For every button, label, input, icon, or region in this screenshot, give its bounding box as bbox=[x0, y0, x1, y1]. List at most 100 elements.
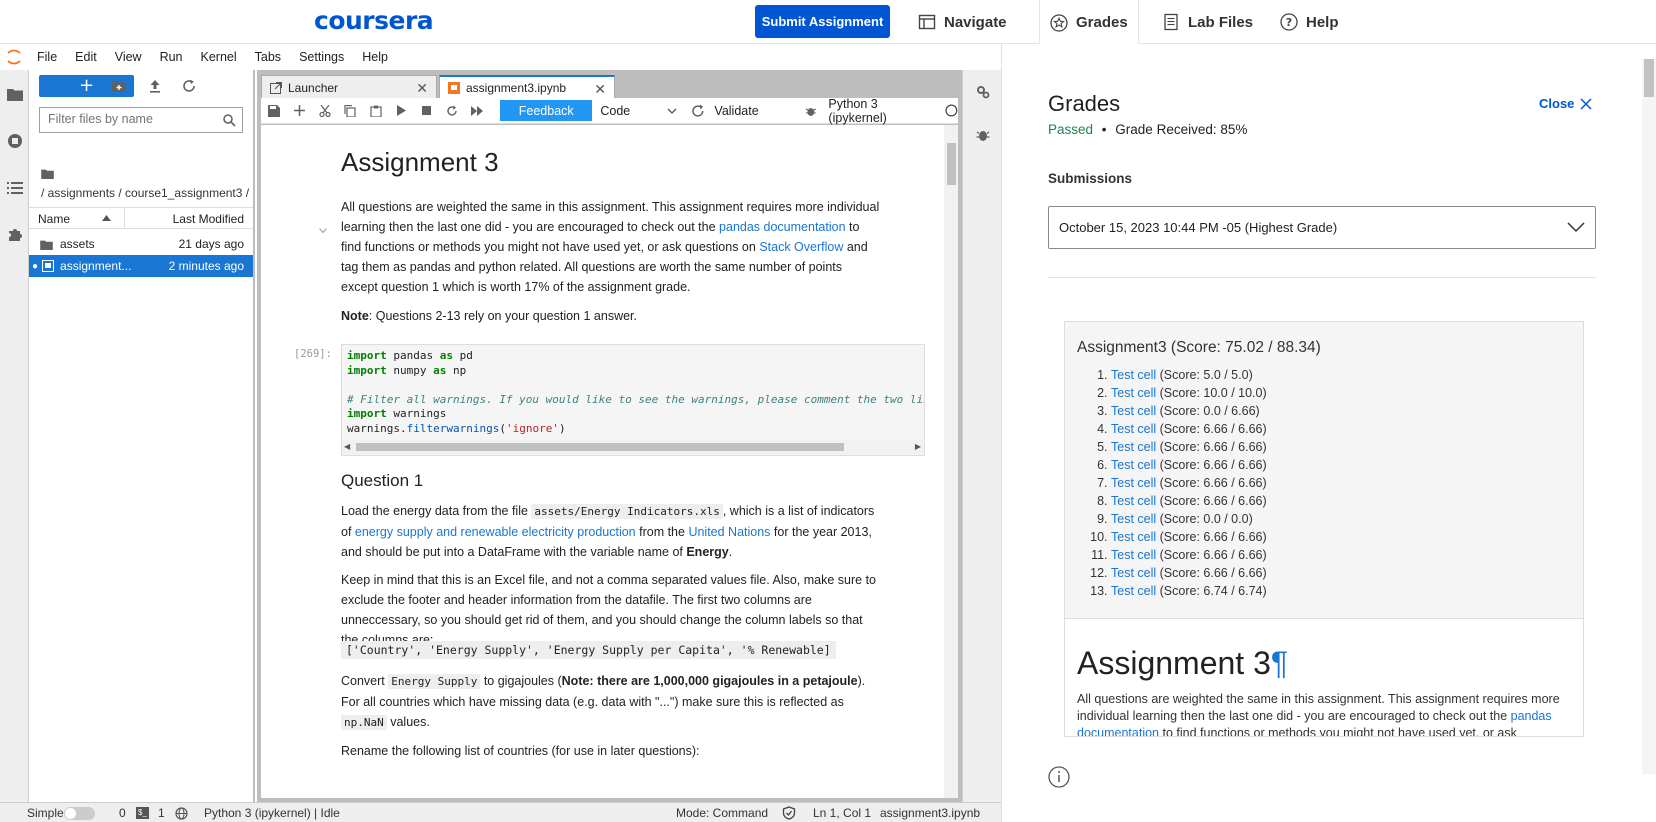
score-item: Test cell (Score: 6.66 / 6.66) bbox=[1111, 420, 1267, 438]
document-icon bbox=[1164, 13, 1178, 31]
new-folder-icon[interactable] bbox=[111, 78, 127, 94]
energy-supply-link[interactable]: energy supply and renewable electricity … bbox=[355, 525, 636, 539]
breadcrumb-folder-icon[interactable] bbox=[41, 168, 54, 179]
scrollbar-thumb[interactable] bbox=[1644, 59, 1654, 97]
notebook-content[interactable]: Assignment 3 All questions are weighted … bbox=[261, 125, 958, 798]
feedback-button[interactable]: Feedback bbox=[500, 100, 593, 121]
property-inspector-icon[interactable] bbox=[975, 84, 991, 100]
filter-files-input[interactable]: Filter files by name bbox=[39, 107, 243, 133]
activity-extensions[interactable] bbox=[0, 211, 29, 258]
save-icon[interactable] bbox=[261, 98, 286, 124]
file-row-assets[interactable]: assets 21 days ago bbox=[29, 233, 253, 255]
menu-help[interactable]: Help bbox=[353, 50, 397, 64]
svg-text:?: ? bbox=[1286, 16, 1292, 29]
test-cell-link[interactable]: Test cell bbox=[1111, 548, 1156, 562]
kernel-count[interactable]: 1 bbox=[158, 806, 165, 820]
grades-scrollbar[interactable] bbox=[1642, 59, 1656, 774]
menu-tabs[interactable]: Tabs bbox=[246, 50, 290, 64]
cursor-position[interactable]: Ln 1, Col 1 bbox=[813, 806, 871, 820]
submit-assignment-button[interactable]: Submit Assignment bbox=[755, 5, 890, 38]
nav-help[interactable]: ? Help bbox=[1280, 0, 1339, 44]
collapse-chevron-icon[interactable] bbox=[319, 228, 327, 234]
restart-icon[interactable] bbox=[439, 98, 464, 124]
cell-type-select[interactable]: Code bbox=[600, 104, 677, 118]
menu-run[interactable]: Run bbox=[151, 50, 192, 64]
test-cell-link[interactable]: Test cell bbox=[1111, 404, 1156, 418]
debugger-icon[interactable] bbox=[976, 128, 990, 142]
test-cell-link[interactable]: Test cell bbox=[1111, 422, 1156, 436]
test-cell-link[interactable]: Test cell bbox=[1111, 494, 1156, 508]
scroll-right-icon[interactable]: ▶ bbox=[915, 442, 921, 451]
run-icon[interactable] bbox=[388, 98, 413, 124]
stop-circle-icon bbox=[7, 133, 22, 148]
score-text: (Score: 6.66 / 6.66) bbox=[1156, 458, 1267, 472]
activity-file-browser[interactable] bbox=[0, 70, 29, 117]
close-tab-icon[interactable]: ✕ bbox=[594, 81, 606, 98]
column-name[interactable]: Name bbox=[38, 212, 70, 226]
scrollbar-thumb[interactable] bbox=[947, 143, 956, 185]
file-row-assignment[interactable]: ● assignment... 2 minutes ago bbox=[29, 255, 253, 277]
refresh-icon[interactable] bbox=[181, 78, 197, 94]
code-token: pandas bbox=[386, 349, 440, 362]
navigate-icon bbox=[918, 14, 936, 30]
test-cell-link[interactable]: Test cell bbox=[1111, 512, 1156, 526]
debugger-icon[interactable] bbox=[805, 105, 817, 117]
paste-icon[interactable] bbox=[363, 98, 388, 124]
code-horizontal-scrollbar[interactable]: ◀ ▶ bbox=[342, 440, 924, 454]
copy-icon[interactable] bbox=[337, 98, 362, 124]
test-cell-link[interactable]: Test cell bbox=[1111, 584, 1156, 598]
menu-file[interactable]: File bbox=[28, 50, 66, 64]
test-cell-link[interactable]: Test cell bbox=[1111, 368, 1156, 382]
tab-launcher[interactable]: Launcher ✕ bbox=[261, 75, 437, 99]
test-cell-link[interactable]: Test cell bbox=[1111, 386, 1156, 400]
kernel-name[interactable]: Python 3 (ipykernel) bbox=[828, 97, 937, 125]
column-last-modified[interactable]: Last Modified bbox=[173, 212, 244, 226]
nav-navigate[interactable]: Navigate bbox=[918, 0, 1007, 44]
stack-overflow-link[interactable]: Stack Overflow bbox=[759, 240, 843, 254]
united-nations-link[interactable]: United Nations bbox=[688, 525, 770, 539]
code-keyword: as bbox=[433, 363, 447, 377]
anchor-link[interactable]: ¶ bbox=[1271, 645, 1288, 681]
launcher-icon bbox=[270, 81, 282, 94]
terminal-count[interactable]: 0 bbox=[119, 806, 126, 820]
add-cell-icon[interactable] bbox=[286, 98, 311, 124]
info-icon[interactable] bbox=[1048, 766, 1070, 788]
validate-button[interactable]: Validate bbox=[714, 104, 758, 118]
nav-grades[interactable]: Grades bbox=[1039, 0, 1139, 45]
test-cell-link[interactable]: Test cell bbox=[1111, 530, 1156, 544]
validate-icon[interactable] bbox=[691, 104, 705, 118]
q1-text: Convert bbox=[341, 674, 389, 688]
test-cell-link[interactable]: Test cell bbox=[1111, 476, 1156, 490]
code-comment: # Filter all warnings. If you would like… bbox=[347, 392, 925, 406]
simple-mode-toggle[interactable] bbox=[64, 807, 95, 820]
kernel-status[interactable]: Python 3 (ipykernel) | Idle bbox=[204, 806, 340, 820]
test-cell-link[interactable]: Test cell bbox=[1111, 566, 1156, 580]
pandas-docs-link[interactable]: pandas documentation bbox=[719, 220, 845, 234]
scroll-left-icon[interactable]: ◀ bbox=[344, 442, 350, 451]
close-grades-button[interactable]: Close bbox=[1539, 96, 1592, 111]
test-cell-link[interactable]: Test cell bbox=[1111, 440, 1156, 454]
grade-report: Assignment3 (Score: 75.02 / 88.34) Test … bbox=[1064, 321, 1584, 737]
trust-shield-icon[interactable] bbox=[782, 806, 796, 820]
activity-running[interactable] bbox=[0, 117, 29, 164]
nav-lab-files[interactable]: Lab Files bbox=[1162, 0, 1253, 44]
fast-forward-icon[interactable] bbox=[465, 98, 490, 124]
notebook-scrollbar[interactable] bbox=[944, 125, 958, 798]
submission-select[interactable]: October 15, 2023 10:44 PM -05 (Highest G… bbox=[1048, 206, 1596, 249]
breadcrumb[interactable]: / assignments / course1_assignment3 / bbox=[41, 186, 249, 200]
test-cell-link[interactable]: Test cell bbox=[1111, 458, 1156, 472]
cut-icon[interactable] bbox=[312, 98, 337, 124]
activity-toc[interactable] bbox=[0, 164, 29, 211]
coursera-logo[interactable]: coursera bbox=[314, 6, 434, 35]
upload-icon[interactable] bbox=[147, 78, 163, 94]
menu-edit[interactable]: Edit bbox=[66, 50, 106, 64]
file-modified: 2 minutes ago bbox=[168, 259, 244, 273]
report-text: All questions are weighted the same in t… bbox=[1077, 692, 1560, 723]
menu-settings[interactable]: Settings bbox=[290, 50, 353, 64]
tab-assignment3[interactable]: assignment3.ipynb ✕ bbox=[439, 75, 615, 99]
scrollbar-thumb[interactable] bbox=[356, 443, 844, 451]
menu-kernel[interactable]: Kernel bbox=[192, 50, 246, 64]
stop-icon[interactable] bbox=[414, 98, 439, 124]
close-tab-icon[interactable]: ✕ bbox=[416, 80, 428, 97]
menu-view[interactable]: View bbox=[106, 50, 151, 64]
